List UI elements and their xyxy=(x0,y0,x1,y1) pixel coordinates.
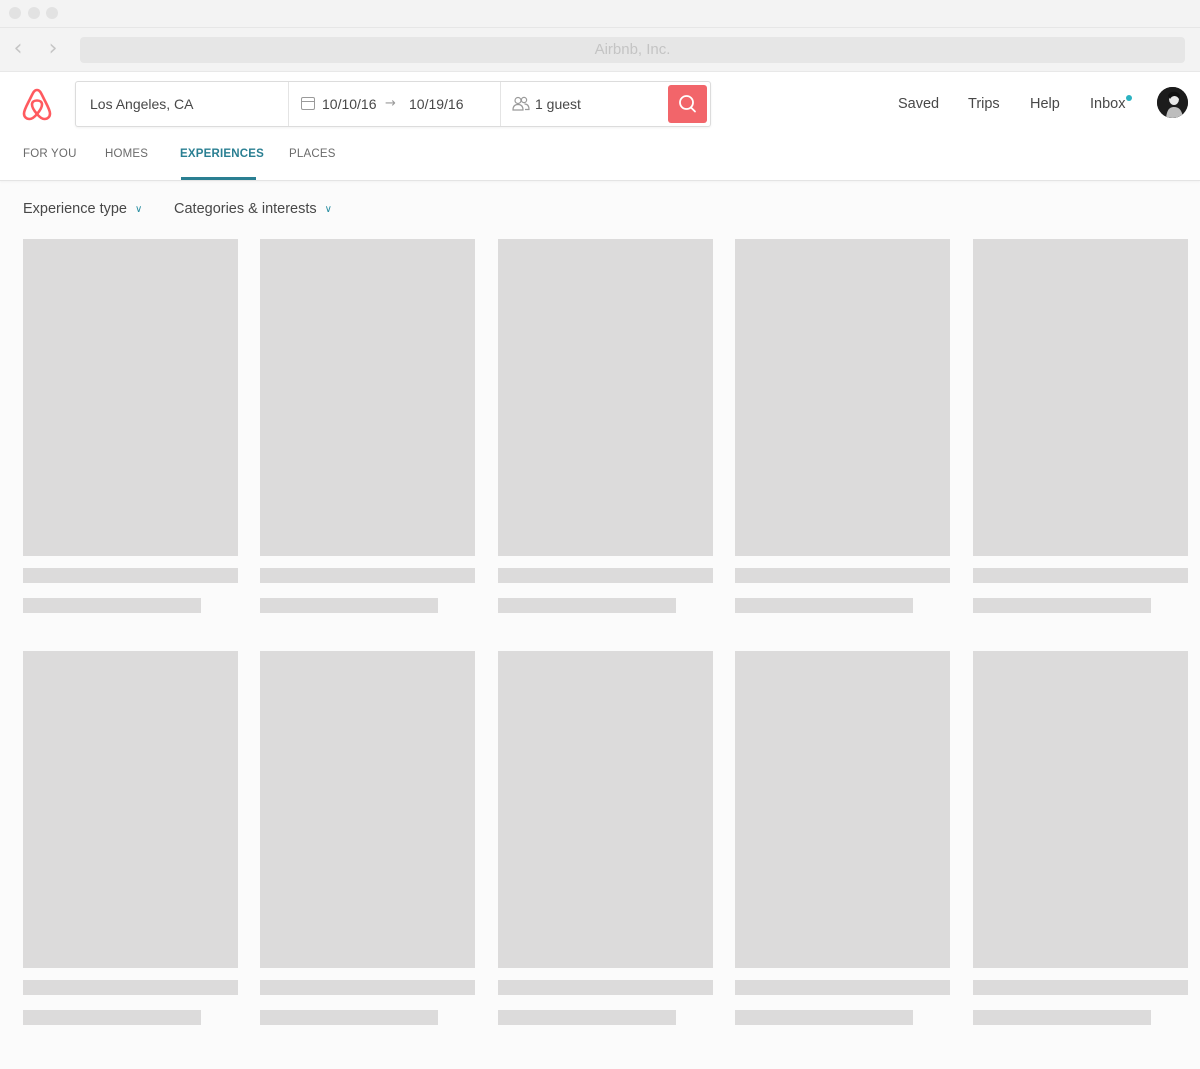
maximize-window-dot[interactable] xyxy=(46,7,58,19)
search-button[interactable] xyxy=(668,85,707,123)
user-photo xyxy=(1157,87,1188,118)
guests-value: 1 guest xyxy=(535,96,581,112)
skeleton-image xyxy=(973,239,1188,556)
skeleton-title xyxy=(735,980,950,995)
skeleton-subtitle xyxy=(735,598,913,613)
airbnb-logo-icon[interactable] xyxy=(20,86,54,122)
skeleton-image xyxy=(498,651,713,968)
skeleton-title xyxy=(23,980,238,995)
skeleton-image xyxy=(735,239,950,556)
skeleton-image xyxy=(735,651,950,968)
checkout-date: 10/19/16 xyxy=(409,96,464,112)
chevron-right-icon[interactable]: › xyxy=(41,38,65,62)
skeleton-title xyxy=(23,568,238,583)
skeleton-subtitle xyxy=(23,1010,201,1025)
skeleton-image xyxy=(498,239,713,556)
tab-homes[interactable]: HOMES xyxy=(105,148,148,160)
minimize-window-dot[interactable] xyxy=(28,7,40,19)
skeleton-subtitle xyxy=(735,1010,913,1025)
avatar[interactable] xyxy=(1157,87,1188,118)
calendar-icon xyxy=(301,97,315,110)
skeleton-subtitle xyxy=(260,1010,438,1025)
browser-toolbar: ‹ › Airbnb, Inc. xyxy=(0,28,1200,72)
tab-experiences[interactable]: EXPERIENCES xyxy=(180,148,264,160)
skeleton-title xyxy=(260,980,475,995)
skeleton-subtitle xyxy=(498,1010,676,1025)
guests-icon xyxy=(512,96,530,111)
filter-label: Experience type xyxy=(23,201,127,217)
nav-help[interactable]: Help xyxy=(1030,96,1060,112)
skeleton-subtitle xyxy=(498,598,676,613)
search-bar: Los Angeles, CA 10/10/16 → 10/19/16 1 gu… xyxy=(75,81,711,127)
skeleton-subtitle xyxy=(260,598,438,613)
skeleton-title xyxy=(973,568,1188,583)
close-window-dot[interactable] xyxy=(9,7,21,19)
skeleton-title xyxy=(260,568,475,583)
skeleton-image xyxy=(23,651,238,968)
skeleton-title xyxy=(973,980,1188,995)
address-bar[interactable]: Airbnb, Inc. xyxy=(80,37,1185,63)
skeleton-subtitle xyxy=(23,598,201,613)
magnifier-icon xyxy=(679,95,696,113)
checkin-date: 10/10/16 xyxy=(322,96,377,112)
skeleton-title xyxy=(498,568,713,583)
window-titlebar xyxy=(0,0,1200,28)
nav-saved[interactable]: Saved xyxy=(898,96,939,112)
skeleton-image xyxy=(23,239,238,556)
location-input[interactable]: Los Angeles, CA xyxy=(90,82,285,126)
skeleton-image xyxy=(260,239,475,556)
tab-places[interactable]: PLACES xyxy=(289,148,336,160)
skeleton-image xyxy=(260,651,475,968)
site-header: Los Angeles, CA 10/10/16 → 10/19/16 1 gu… xyxy=(0,72,1200,181)
categories-interests-filter[interactable]: Categories & interests ∨ xyxy=(174,201,332,217)
chevron-left-icon[interactable]: ‹ xyxy=(6,38,30,62)
experience-type-filter[interactable]: Experience type ∨ xyxy=(23,201,142,217)
filter-label: Categories & interests xyxy=(174,201,317,217)
skeleton-title xyxy=(735,568,950,583)
dates-field[interactable]: 10/10/16 → 10/19/16 xyxy=(289,82,500,126)
tab-for-you[interactable]: FOR YOU xyxy=(23,148,77,160)
skeleton-subtitle xyxy=(973,1010,1151,1025)
inbox-notification-badge xyxy=(1126,95,1132,101)
skeleton-image xyxy=(973,651,1188,968)
nav-trips[interactable]: Trips xyxy=(968,96,1000,112)
arrow-right-icon: → xyxy=(385,96,396,111)
skeleton-title xyxy=(498,980,713,995)
skeleton-subtitle xyxy=(973,598,1151,613)
guests-field[interactable]: 1 guest xyxy=(501,82,666,126)
active-tab-indicator xyxy=(181,177,256,180)
chevron-down-icon: ∨ xyxy=(134,204,143,215)
nav-inbox[interactable]: Inbox xyxy=(1090,96,1125,112)
chevron-down-icon: ∨ xyxy=(324,204,332,215)
